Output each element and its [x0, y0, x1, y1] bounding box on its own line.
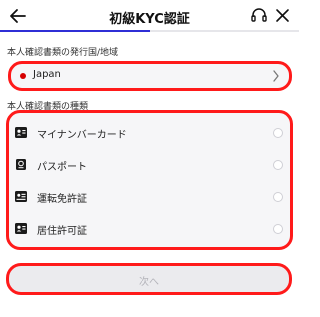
id-card-icon — [15, 127, 27, 138]
next-button-label: 次へ — [139, 277, 159, 288]
chevron-right-icon — [273, 70, 279, 82]
next-button[interactable]: 次へ — [6, 263, 292, 295]
radio-button[interactable] — [273, 192, 283, 202]
document-option-passport[interactable]: パスポート — [9, 150, 290, 180]
progress-fill — [0, 30, 150, 32]
document-option-residence-permit[interactable]: 居住許可証 — [9, 214, 290, 244]
radio-button[interactable] — [273, 224, 283, 234]
residence-permit-icon — [15, 223, 27, 234]
radio-button[interactable] — [273, 128, 283, 138]
headset-icon[interactable] — [250, 6, 268, 24]
radio-button[interactable] — [273, 160, 283, 170]
country-section-label: 本人確認書類の発行国/地域 — [7, 48, 119, 58]
country-select[interactable]: Japan — [8, 61, 292, 91]
document-option-my-number-card[interactable]: マイナンバーカード — [9, 118, 290, 148]
document-option-label: 運転免許証 — [37, 194, 87, 205]
driver-license-icon — [15, 191, 27, 202]
document-option-label: パスポート — [37, 162, 87, 173]
close-icon[interactable] — [274, 7, 291, 24]
progress-bar — [0, 30, 299, 32]
japan-flag-icon — [20, 73, 26, 79]
document-option-drivers-license[interactable]: 運転免許証 — [9, 182, 290, 212]
document-option-label: マイナンバーカード — [37, 130, 127, 141]
header: 初級KYC認証 — [0, 0, 299, 36]
passport-icon — [16, 159, 26, 170]
country-value: Japan — [33, 69, 61, 80]
document-type-list: マイナンバーカード パスポート 運転免許証 居住許可証 — [6, 110, 293, 250]
document-option-label: 居住許可証 — [37, 226, 87, 237]
